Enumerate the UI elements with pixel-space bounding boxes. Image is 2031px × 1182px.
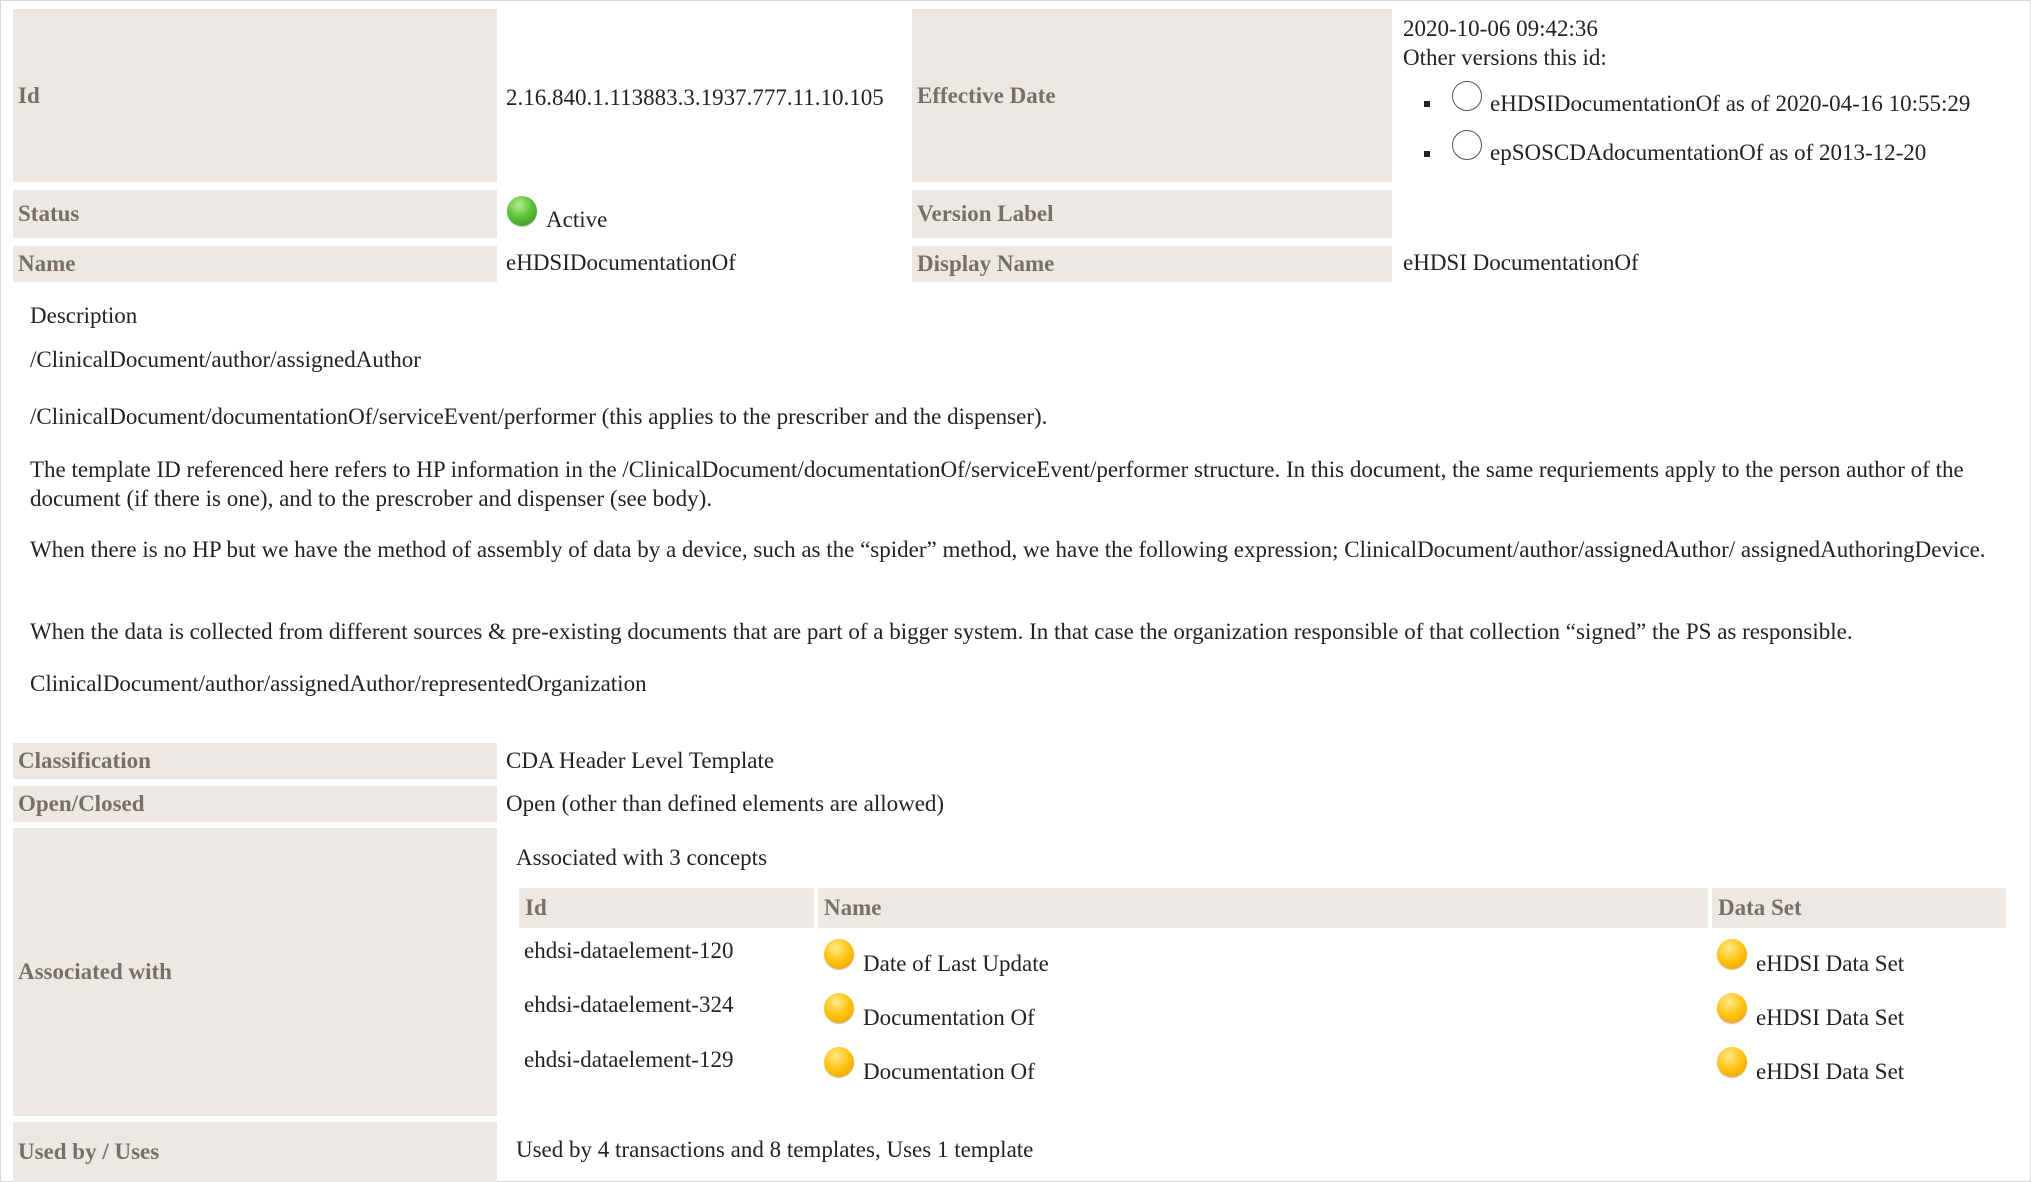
status-value: Active [546,207,608,232]
column-header-id: Id [519,888,814,928]
concept-name[interactable]: Date of Last Update [863,951,1049,977]
classification-value: CDA Header Level Template [506,748,775,773]
concept-id[interactable]: ehdsi-dataelement-129 [524,1047,733,1073]
open-closed-label: Open/Closed [13,786,497,822]
other-versions-label: Other versions this id: [1403,45,1607,70]
template-detail-panel: Id 2.16.840.1.113883.3.1937.777.11.10.10… [0,0,2031,1182]
version-link-icon[interactable] [1452,130,1482,160]
version-link-2[interactable]: epSOSCDAdocumentationOf as of 2013-12-20 [1490,140,1926,166]
column-header-name: Name [818,888,1708,928]
description-paragraph: /ClinicalDocument/author/assignedAuthor [30,347,421,372]
dataset-status-icon [1717,993,1747,1023]
concept-dataset[interactable]: eHDSI Data Set [1756,1059,1904,1085]
description-heading: Description [30,303,138,328]
effective-date-label: Effective Date [912,9,1392,182]
status-active-icon [507,196,537,226]
concept-name[interactable]: Documentation Of [863,1005,1035,1031]
concept-name[interactable]: Documentation Of [863,1059,1035,1085]
concept-id[interactable]: ehdsi-dataelement-324 [524,992,733,1018]
associated-summary: Associated with 3 concepts [516,845,768,870]
used-by-label: Used by / Uses [13,1122,497,1182]
status-label: Status [13,190,497,238]
description-paragraph: ClinicalDocument/author/assignedAuthor/r… [30,671,647,696]
display-name-value: eHDSI DocumentationOf [1403,250,1639,275]
column-header-data-set: Data Set [1712,888,2006,928]
description-paragraph: The template ID referenced here refers t… [30,457,1964,511]
concept-dataset[interactable]: eHDSI Data Set [1756,1005,1904,1031]
description-paragraph: When the data is collected from differen… [30,619,1853,644]
concept-status-icon [824,1047,854,1077]
version-link-icon[interactable] [1452,81,1482,111]
classification-label: Classification [13,743,497,779]
list-bullet [1424,101,1430,107]
concept-dataset[interactable]: eHDSI Data Set [1756,951,1904,977]
dataset-status-icon [1717,939,1747,969]
name-label: Name [13,246,497,282]
description-paragraph: When there is no HP but we have the meth… [30,537,1986,562]
id-label: Id [13,9,497,182]
version-label-label: Version Label [912,190,1392,238]
name-value: eHDSIDocumentationOf [506,250,736,275]
used-by-value[interactable]: Used by 4 transactions and 8 templates, … [516,1137,1033,1163]
id-value: 2.16.840.1.113883.3.1937.777.11.10.105 [506,85,884,110]
description-paragraph: /ClinicalDocument/documentationOf/servic… [30,404,1048,429]
concept-status-icon [824,993,854,1023]
list-bullet [1424,151,1430,157]
concept-id[interactable]: ehdsi-dataelement-120 [524,938,733,964]
version-link-1[interactable]: eHDSIDocumentationOf as of 2020-04-16 10… [1490,91,1970,117]
associated-with-label: Associated with [13,828,497,1116]
effective-date-value: 2020-10-06 09:42:36 [1403,16,1598,41]
display-name-label: Display Name [912,246,1392,282]
dataset-status-icon [1717,1047,1747,1077]
concept-status-icon [824,939,854,969]
open-closed-value: Open (other than defined elements are al… [506,791,945,816]
